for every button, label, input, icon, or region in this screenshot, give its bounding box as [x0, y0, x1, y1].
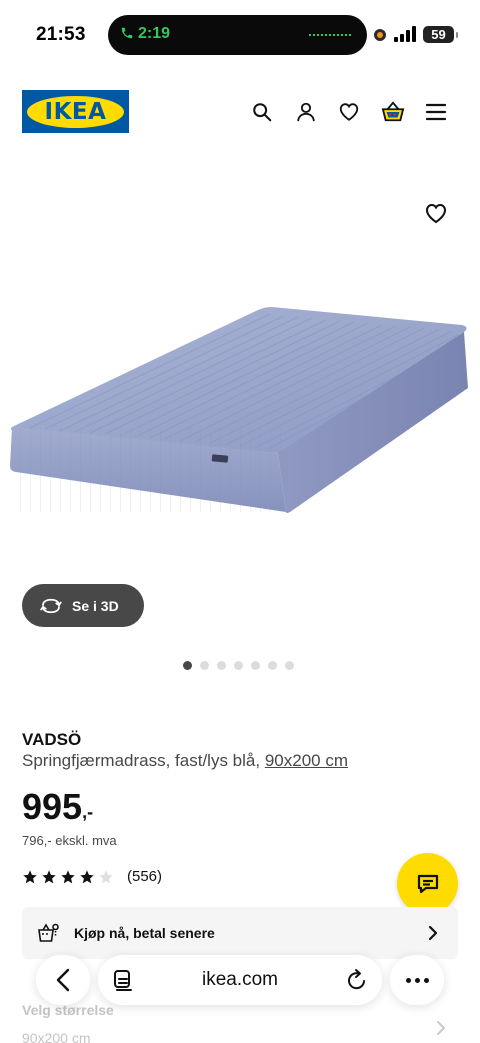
account-icon[interactable]	[293, 99, 319, 125]
search-icon[interactable]	[249, 99, 275, 125]
review-count: (556)	[127, 868, 163, 885]
carousel-dot[interactable]	[200, 661, 209, 670]
reload-icon[interactable]	[346, 968, 368, 992]
browser-more-button[interactable]	[390, 955, 444, 1005]
dynamic-island[interactable]: 2:19	[108, 15, 367, 55]
rotate-3d-icon	[40, 598, 62, 613]
battery-level: 59	[431, 27, 446, 42]
cellular-signal-icon	[394, 26, 416, 42]
star-filled-icon	[61, 869, 75, 883]
carousel-dot[interactable]	[234, 661, 243, 670]
star-filled-icon	[42, 869, 56, 883]
ikea-logo[interactable]: IKEA	[22, 90, 129, 133]
pay-later-banner[interactable]: Kjøp nå, betal senere	[22, 907, 458, 959]
call-timer: 2:19	[138, 25, 171, 42]
chat-button[interactable]	[397, 853, 458, 914]
product-price: 995 ,-	[22, 786, 93, 828]
chevron-left-icon	[56, 968, 70, 992]
battery-icon: 59	[423, 26, 458, 43]
more-dots-icon	[414, 977, 420, 983]
chevron-right-icon[interactable]	[436, 1020, 446, 1036]
phone-icon	[121, 27, 133, 39]
star-empty-icon	[99, 869, 113, 883]
view-3d-label: Se i 3D	[72, 597, 119, 614]
shopping-basket-icon[interactable]	[380, 99, 406, 125]
product-description: Springfjærmadrass, fast/lys blå, 90x200 …	[22, 751, 348, 771]
chevron-right-icon	[428, 925, 438, 941]
carousel-dot[interactable]	[217, 661, 226, 670]
logo-text: IKEA	[44, 98, 107, 125]
price-suffix: ,-	[82, 802, 94, 822]
price-excl-vat: 796,- ekskl. mva	[22, 833, 117, 848]
browser-back-button[interactable]	[36, 955, 90, 1005]
logo-oval: IKEA	[27, 95, 124, 128]
audio-wave-icon	[309, 34, 351, 36]
status-time: 21:53	[36, 24, 86, 45]
carousel-dot[interactable]	[285, 661, 294, 670]
favourite-heart-icon[interactable]	[424, 202, 448, 224]
browser-url[interactable]: ikea.com	[98, 969, 382, 991]
pay-later-label: Kjøp nå, betal senere	[74, 925, 215, 941]
product-name: VADSÖ	[22, 730, 82, 749]
price-value: 995	[22, 786, 83, 827]
mattress-image	[10, 307, 468, 513]
browser-address-bar[interactable]: ikea.com	[98, 955, 382, 1005]
carousel-dot[interactable]	[251, 661, 260, 670]
chat-icon	[417, 874, 438, 893]
recording-indicator-icon	[374, 29, 386, 41]
star-filled-icon	[23, 869, 37, 883]
menu-icon[interactable]	[423, 99, 449, 125]
status-bar: 21:53 2:19 59	[0, 0, 480, 70]
more-dots-icon	[405, 977, 411, 983]
product-type: Springfjærmadrass, fast/lys blå,	[22, 751, 261, 770]
product-size-link[interactable]: 90x200 cm	[265, 751, 348, 770]
pay-later-icon	[38, 923, 59, 942]
image-carousel-dots[interactable]	[183, 661, 294, 670]
star-filled-icon	[80, 869, 94, 883]
more-dots-icon	[423, 977, 429, 983]
carousel-dot[interactable]	[268, 661, 277, 670]
view-3d-button[interactable]: Se i 3D	[22, 584, 144, 627]
size-selector-value[interactable]: 90x200 cm	[22, 1030, 90, 1043]
product-rating[interactable]: (556)	[22, 868, 162, 885]
carousel-dot[interactable]	[183, 661, 192, 670]
heart-icon[interactable]	[336, 99, 362, 125]
